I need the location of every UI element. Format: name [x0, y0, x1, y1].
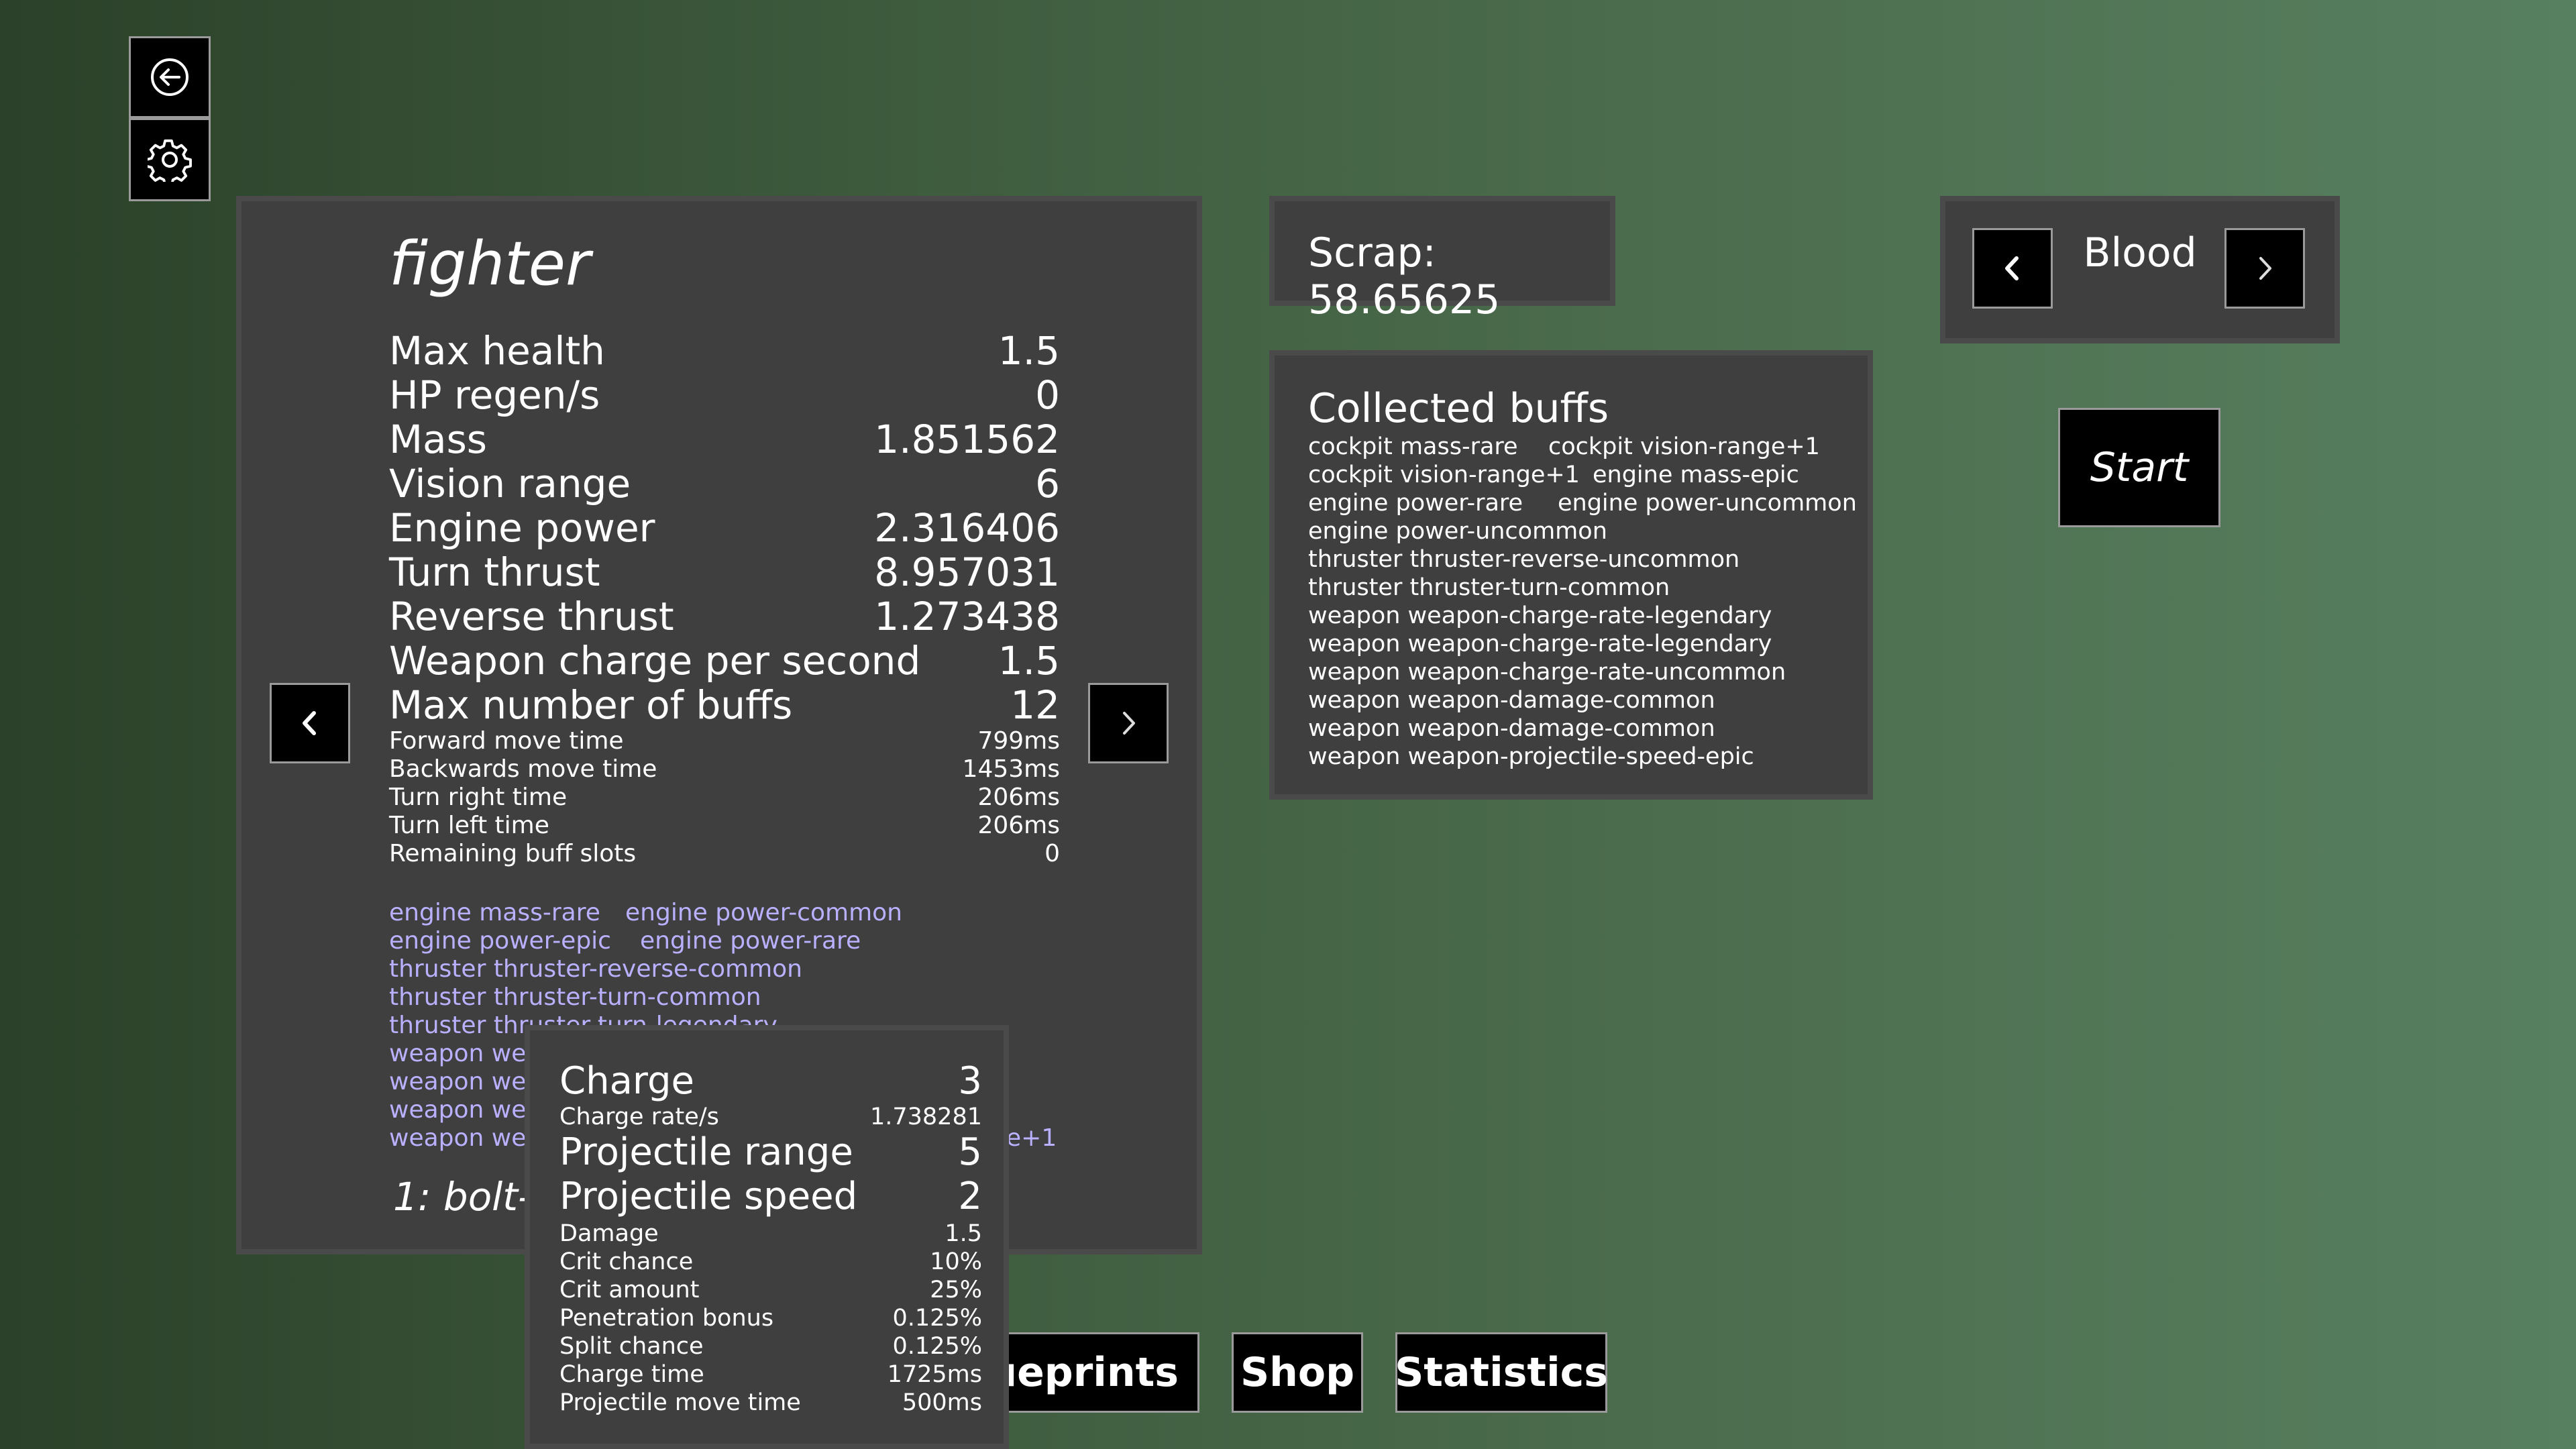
stat-backwards-move-time: Backwards move time 1453ms [389, 755, 1060, 783]
collected-buff: engine power-rare [1308, 490, 1523, 517]
collected-buffs-panel: Collected buffs cockpit mass-rare cockpi… [1269, 350, 1873, 800]
collected-buff: engine power-uncommon [1558, 490, 1857, 517]
ship-buff[interactable]: weapon wea [389, 1040, 541, 1067]
stat-engine-power: Engine power 2.316406 [389, 505, 1060, 551]
prev-theme-button[interactable] [1972, 228, 2053, 309]
stat-turn-thrust: Turn thrust 8.957031 [389, 549, 1060, 595]
back-button[interactable] [129, 36, 211, 118]
stat-mass: Mass 1.851562 [389, 417, 1060, 462]
chevron-right-icon [1123, 712, 1135, 735]
ship-buff[interactable]: engine power-common [625, 899, 902, 926]
weapon-stat-projectile-speed: Projectile speed 2 [559, 1175, 982, 1218]
collected-buff: thruster thruster-reverse-uncommon [1308, 546, 1740, 573]
weapon-stat-projectile-move-time: Projectile move time 500ms [559, 1389, 982, 1416]
ship-buff[interactable]: thruster thruster-turn-common [389, 983, 761, 1011]
collected-buff: cockpit mass-rare [1308, 433, 1518, 460]
collected-buff: engine power-uncommon [1308, 518, 1607, 545]
weapon-stat-damage: Damage 1.5 [559, 1220, 982, 1247]
collected-buff: weapon weapon-charge-rate-uncommon [1308, 659, 1786, 686]
next-theme-button[interactable] [2224, 228, 2305, 309]
blueprints-button[interactable]: lueprints [975, 1332, 1199, 1413]
stat-remaining-buff-slots: Remaining buff slots 0 [389, 840, 1060, 867]
weapon-stat-penetration-bonus: Penetration bonus 0.125% [559, 1305, 982, 1332]
weapon-stats-popup: Charge 3 Charge rate/s 1.738281 Projectile… [525, 1025, 1009, 1449]
prev-ship-button[interactable] [270, 683, 350, 763]
collected-buff: thruster thruster-turn-common [1308, 574, 1670, 601]
back-arrow-icon [151, 58, 189, 96]
next-ship-button[interactable] [1088, 683, 1169, 763]
ship-buff[interactable]: engine power-rare [640, 927, 861, 955]
scrap-amount: Scrap: 58.65625 [1308, 229, 1501, 323]
collected-buff: cockpit vision-range+1 [1548, 433, 1820, 460]
stat-vision-range: Vision range 6 [389, 461, 1060, 506]
ship-buff[interactable]: engine power-epic [389, 927, 611, 955]
weapon-stat-charge-time: Charge time 1725ms [559, 1361, 982, 1388]
collected-buff: weapon weapon-projectile-speed-epic [1308, 743, 1754, 770]
stat-max-health: Max health 1.5 [389, 328, 1060, 374]
weapon-stat-crit-chance: Crit chance 10% [559, 1248, 982, 1275]
stat-max-buffs: Max number of buffs 12 [389, 682, 1060, 728]
stat-turn-right-time: Turn right time 206ms [389, 784, 1060, 811]
ship-buff[interactable]: e+1 [1006, 1124, 1057, 1152]
chevron-right-icon [2259, 257, 2271, 280]
collected-buff: cockpit vision-range+1 [1308, 462, 1580, 488]
stat-weapon-charge: Weapon charge per second 1.5 [389, 638, 1060, 684]
collected-buff: weapon weapon-charge-rate-legendary [1308, 631, 1772, 657]
chevron-left-icon [303, 711, 316, 735]
stat-hp-regen: HP regen/s 0 [389, 372, 1060, 418]
settings-button[interactable] [129, 118, 211, 201]
statistics-button[interactable]: Statistics [1395, 1332, 1608, 1413]
ship-buff[interactable]: weapon wea [389, 1068, 541, 1095]
stat-reverse-thrust: Reverse thrust 1.273438 [389, 594, 1060, 639]
weapon-stat-crit-amount: Crit amount 25% [559, 1277, 982, 1303]
collected-buff: weapon weapon-damage-common [1308, 715, 1715, 742]
stat-turn-left-time: Turn left time 206ms [389, 812, 1060, 839]
ship-name: fighter [389, 229, 590, 299]
ship-buff[interactable]: engine mass-rare [389, 899, 600, 926]
ship-buff[interactable]: weapon wea [389, 1096, 541, 1124]
weapon-stat-charge-rate: Charge rate/s 1.738281 [559, 1104, 982, 1130]
collected-buff: engine mass-epic [1593, 462, 1799, 488]
chevron-left-icon [2005, 256, 2019, 280]
collected-buffs-title: Collected buffs [1308, 385, 1609, 432]
weapon-stat-charge: Charge 3 [559, 1059, 982, 1103]
ship-buff[interactable]: weapon wea [389, 1124, 541, 1152]
ship-buff[interactable]: thruster thruster-reverse-common [389, 955, 802, 983]
weapon-stat-projectile-range: Projectile range 5 [559, 1130, 982, 1174]
collected-buff: weapon weapon-charge-rate-legendary [1308, 602, 1772, 629]
stat-forward-move-time: Forward move time 799ms [389, 727, 1060, 755]
scrap-panel: Scrap: 58.65625 [1269, 196, 1615, 323]
collected-buff: weapon weapon-damage-common [1308, 687, 1715, 714]
gear-icon [148, 139, 192, 182]
start-button[interactable]: Start [2058, 408, 2220, 527]
weapon-stat-split-chance: Split chance 0.125% [559, 1333, 982, 1360]
shop-button[interactable]: Shop [1232, 1332, 1363, 1413]
